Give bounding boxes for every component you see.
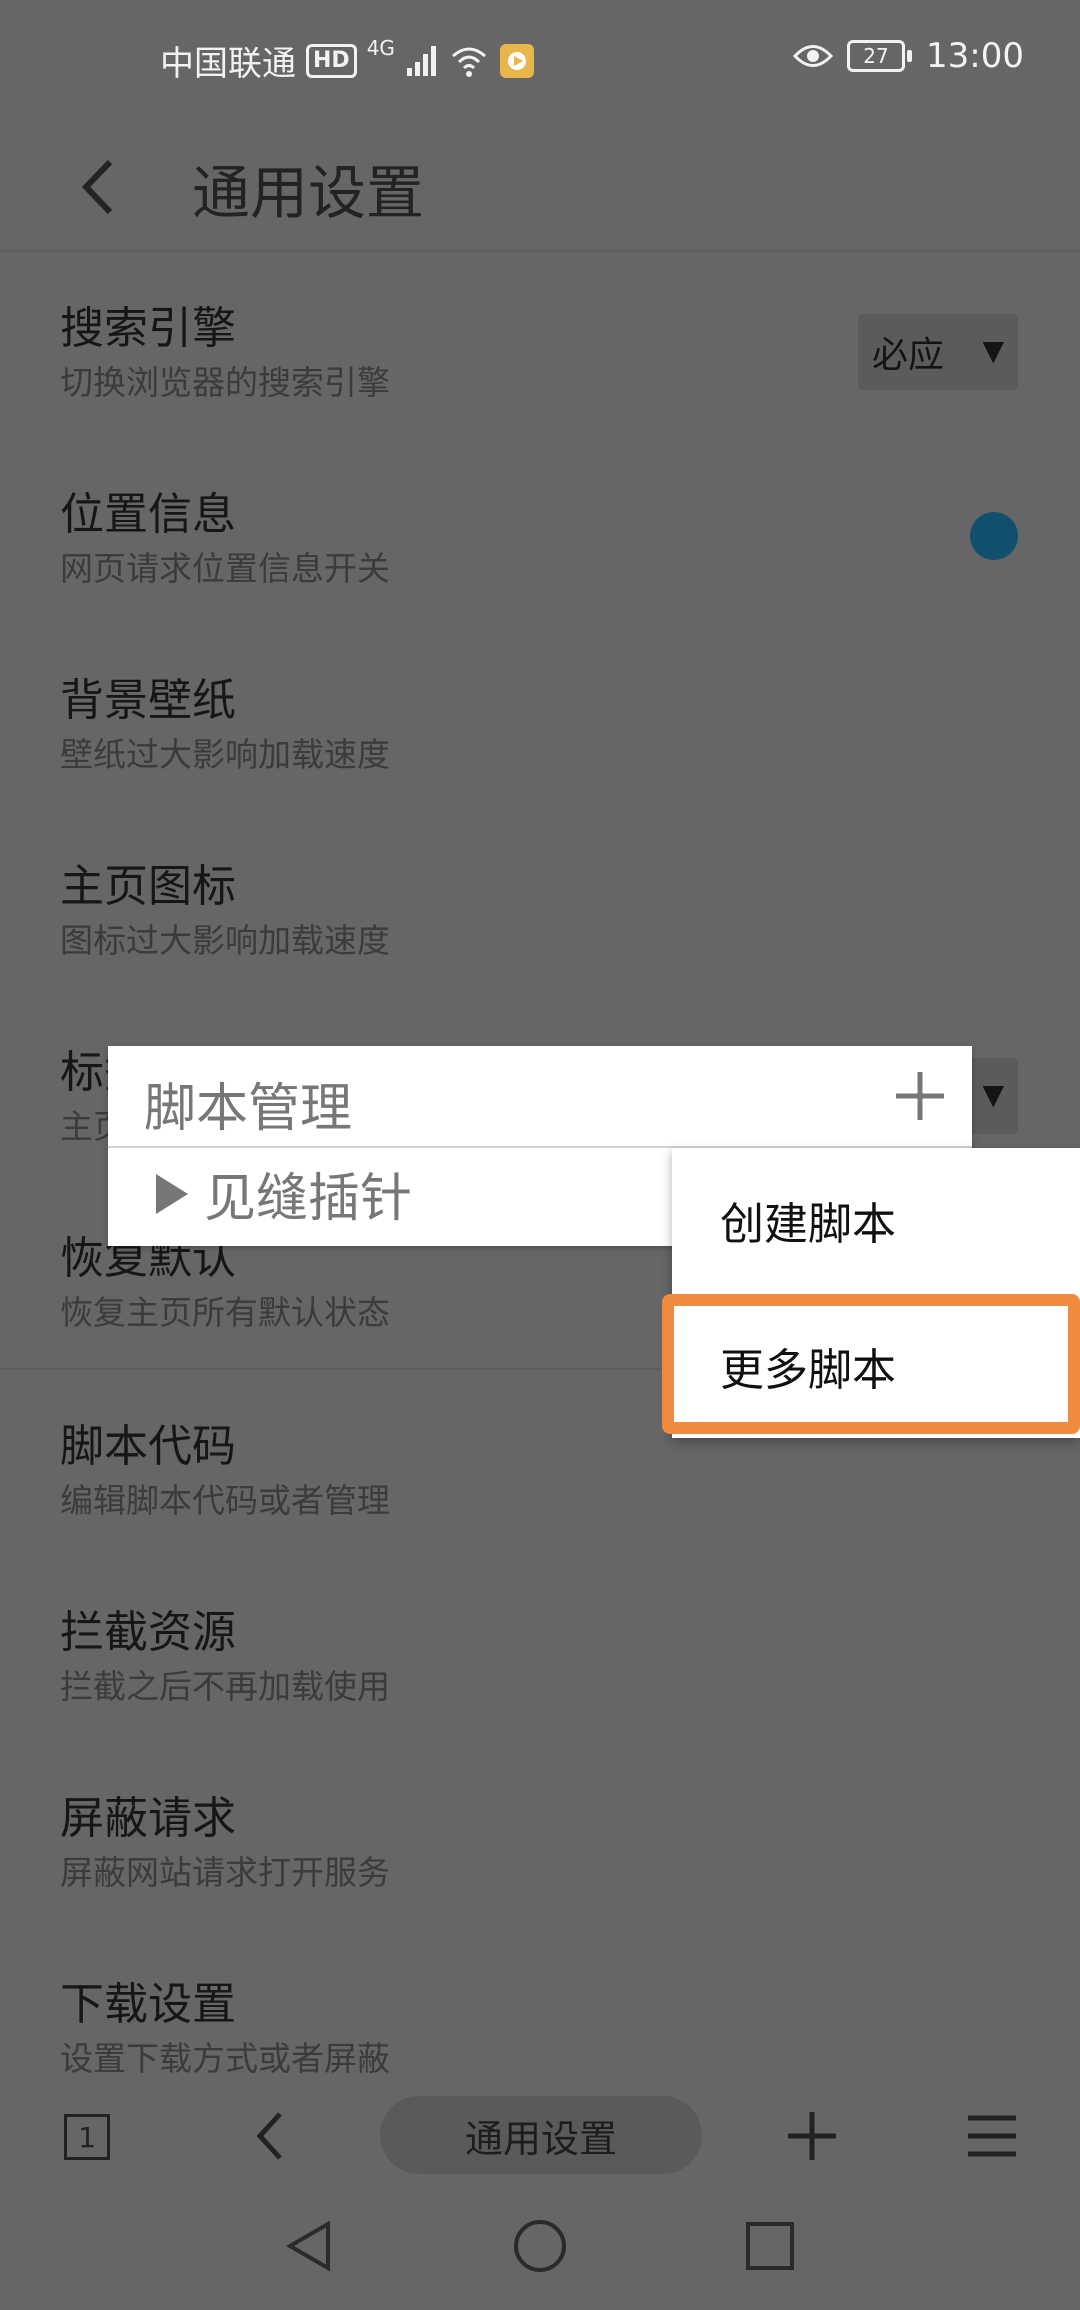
setting-desc: 网页请求位置信息开关 bbox=[60, 549, 390, 588]
battery-level: 27 bbox=[847, 40, 906, 72]
setting-location[interactable]: 位置信息 网页请求位置信息开关 bbox=[0, 438, 1080, 624]
back-icon[interactable] bbox=[242, 2106, 302, 2166]
hd-badge: HD bbox=[306, 43, 357, 78]
setting-wallpaper[interactable]: 背景壁纸 壁纸过大影响加载速度 bbox=[0, 624, 1080, 810]
setting-title: 搜索引擎 bbox=[60, 303, 236, 354]
select-value: 必应 bbox=[872, 335, 945, 376]
clock: 13:00 bbox=[926, 36, 1024, 76]
back-arrow-icon[interactable] bbox=[68, 152, 138, 222]
eye-icon bbox=[793, 45, 834, 67]
browser-toolbar: 1 通用设置 bbox=[0, 2086, 1080, 2186]
network-type: 4G bbox=[366, 36, 395, 60]
dropdown-arrow-icon: ▼ bbox=[982, 334, 1004, 367]
menu-icon[interactable] bbox=[962, 2106, 1022, 2166]
battery-icon: 27 bbox=[847, 40, 913, 72]
setting-title: 主页图标 bbox=[60, 861, 236, 912]
setting-desc: 恢复主页所有默认状态 bbox=[60, 1293, 390, 1332]
setting-title: 屏蔽请求 bbox=[60, 1793, 236, 1844]
status-right: 27 13:00 bbox=[793, 36, 1024, 76]
nav-recents-icon[interactable] bbox=[740, 2216, 800, 2276]
script-item[interactable]: 见缝插针 bbox=[154, 1156, 412, 1231]
page-title: 通用设置 bbox=[192, 159, 425, 227]
setting-title: 下载设置 bbox=[60, 1979, 236, 2030]
menu-item-label: 创建脚本 bbox=[720, 1199, 896, 1250]
wifi-icon bbox=[451, 47, 486, 77]
setting-desc: 壁纸过大影响加载速度 bbox=[60, 735, 390, 774]
setting-title: 位置信息 bbox=[60, 489, 236, 540]
search-engine-select[interactable]: 必应 ▼ bbox=[858, 314, 1018, 390]
setting-search-engine[interactable]: 搜索引擎 切换浏览器的搜索引擎 必应 ▼ bbox=[0, 252, 1080, 438]
new-tab-plus-icon[interactable] bbox=[782, 2106, 842, 2166]
top-bar: 通用设置 bbox=[0, 124, 1080, 252]
setting-desc: 切换浏览器的搜索引擎 bbox=[60, 363, 390, 402]
setting-title: 拦截资源 bbox=[60, 1607, 236, 1658]
play-triangle-icon bbox=[156, 1173, 188, 1214]
setting-block-resources[interactable]: 拦截资源 拦截之后不再加载使用 bbox=[0, 1556, 1080, 1742]
setting-title: 脚本代码 bbox=[60, 1421, 236, 1472]
system-nav-bar bbox=[0, 2186, 1080, 2310]
nav-home-icon[interactable] bbox=[510, 2216, 570, 2276]
address-bar[interactable]: 通用设置 bbox=[380, 2096, 702, 2174]
script-panel-header: 脚本管理 bbox=[108, 1046, 972, 1148]
signal-icon bbox=[406, 45, 436, 76]
nav-back-icon[interactable] bbox=[280, 2216, 340, 2276]
setting-desc: 图标过大影响加载速度 bbox=[60, 921, 390, 960]
setting-desc: 编辑脚本代码或者管理 bbox=[60, 1481, 390, 1520]
highlight-box bbox=[662, 1294, 1080, 1434]
setting-block-requests[interactable]: 屏蔽请求 屏蔽网站请求打开服务 bbox=[0, 1742, 1080, 1928]
menu-item-create-script[interactable]: 创建脚本 bbox=[672, 1148, 1080, 1288]
status-bar: 中国联通 HD 4G 27 13:00 bbox=[0, 0, 1080, 124]
location-toggle[interactable] bbox=[970, 512, 1018, 560]
setting-desc: 屏蔽网站请求打开服务 bbox=[60, 1853, 390, 1892]
add-script-icon[interactable] bbox=[892, 1068, 948, 1124]
app-notification-icon bbox=[499, 43, 534, 78]
setting-home-icons[interactable]: 主页图标 图标过大影响加载速度 bbox=[0, 810, 1080, 996]
setting-title: 背景壁纸 bbox=[60, 675, 236, 726]
carrier-label: 中国联通 bbox=[160, 44, 296, 84]
setting-desc: 拦截之后不再加载使用 bbox=[60, 1667, 390, 1706]
script-item-label: 见缝插针 bbox=[204, 1169, 413, 1229]
setting-desc: 设置下载方式或者屏蔽 bbox=[60, 2039, 390, 2078]
script-panel-title: 脚本管理 bbox=[144, 1079, 353, 1139]
dropdown-arrow-icon: ▼ bbox=[982, 1078, 1004, 1111]
status-left: 中国联通 HD 4G bbox=[160, 36, 535, 85]
tab-count-button[interactable]: 1 bbox=[64, 2114, 110, 2160]
